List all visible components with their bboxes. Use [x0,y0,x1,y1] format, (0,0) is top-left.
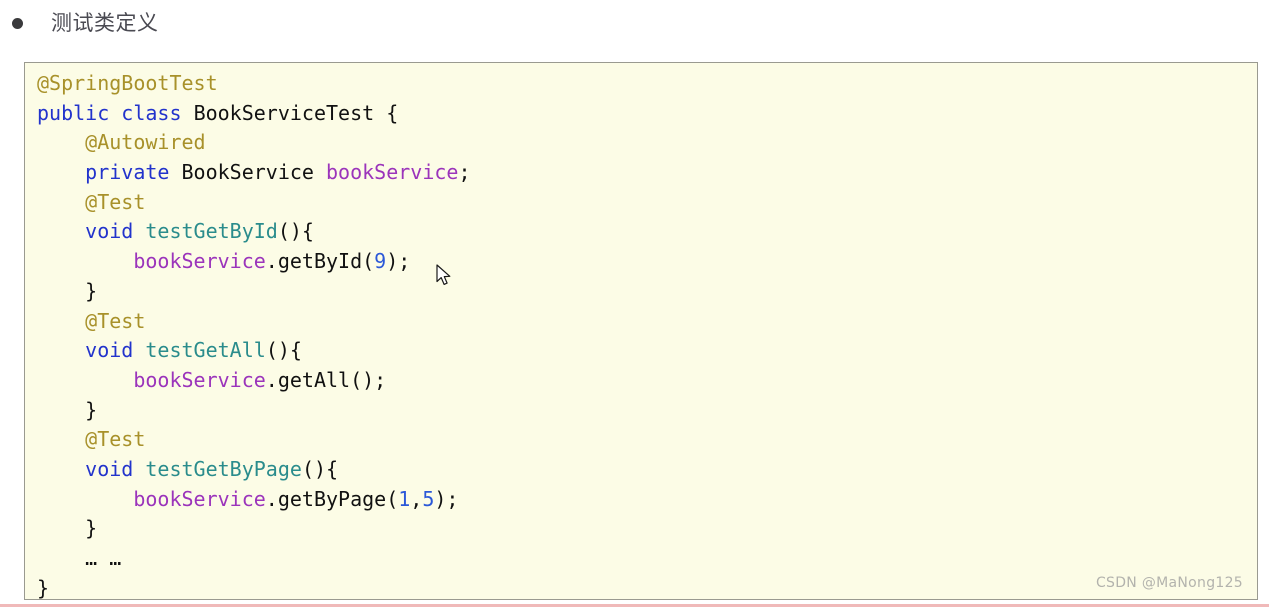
code-token-keyword: private [85,160,170,185]
code-token-punct: ); [434,486,459,511]
code-line: public class BookServiceTest { [37,99,1257,129]
code-token-field: bookService [133,249,266,274]
code-token-punct: ; [458,160,471,185]
code-line: … … [37,544,1257,574]
code-token-method: testGetById [145,219,278,244]
watermark: CSDN @MaNong125 [1095,575,1243,591]
code-line: @Autowired [37,128,1257,158]
code-token-call: .getById( [265,249,375,274]
bullet-dot-icon [12,17,23,29]
code-token-annotation: @SpringBootTest [37,71,218,95]
code-line: } [37,396,1257,426]
page-title: 测试类定义 [51,10,159,35]
code-token-punct: } [85,278,98,303]
code-token-type: BookService [181,160,314,185]
code-token-punct: ); [386,249,411,274]
code-line: private BookService bookService; [37,158,1257,188]
code-token-field: bookService [133,486,266,511]
code-token-punct: (){ [301,456,339,481]
code-line: } [37,574,1257,600]
code-token-field: bookService [326,160,459,185]
code-line: bookService.getById(9); [37,247,1257,277]
code-line: bookService.getAll(); [37,366,1257,396]
code-token-keyword: void [85,456,134,481]
code-token-field: bookService [133,367,266,392]
code-token-call: .getAll(); [265,367,387,392]
code-line: void testGetByPage(){ [37,455,1257,485]
code-token-method: testGetAll [145,338,266,363]
code-token-keyword: void [85,338,134,363]
code-token-number: 5 [422,486,435,511]
code-token-ellipsis: … … [85,546,122,570]
code-token-keyword: void [85,219,134,244]
code-token-punct: } [85,516,98,541]
code-token-call: .getByPage( [265,486,399,511]
code-line: } [37,514,1257,544]
code-token-keyword: class [121,100,182,125]
code-line: @Test [37,425,1257,455]
code-token-annotation: @Test [85,427,146,452]
code-token-annotation: @Test [85,189,146,214]
code-token-punct: , [410,486,423,511]
code-token-keyword: public [37,100,110,125]
code-token-annotation: @Autowired [85,130,206,155]
code-block: @SpringBootTest public class BookServiceT… [24,62,1258,600]
code-token-punct: (){ [277,219,314,244]
code-token-punct: } [37,575,50,600]
code-line: void testGetById(){ [37,217,1257,247]
code-token-type: BookServiceTest [193,100,375,125]
code-token-annotation: @Test [85,308,146,333]
code-token-number: 1 [398,486,411,511]
code-token-punct: (){ [265,338,302,363]
code-line: @Test [37,188,1257,218]
code-line: @SpringBootTest [37,69,1257,99]
code-content: @SpringBootTest public class BookServiceT… [25,63,1257,600]
code-line: @Test [37,307,1257,337]
code-token-punct: } [85,397,98,422]
code-token-punct: { [386,100,399,125]
heading-row: 测试类定义 [0,0,1269,46]
code-token-number: 9 [374,249,387,274]
code-line: bookService.getByPage(1,5); [37,485,1257,515]
code-line: void testGetAll(){ [37,336,1257,366]
code-line: } [37,277,1257,307]
code-token-method: testGetByPage [145,456,302,481]
